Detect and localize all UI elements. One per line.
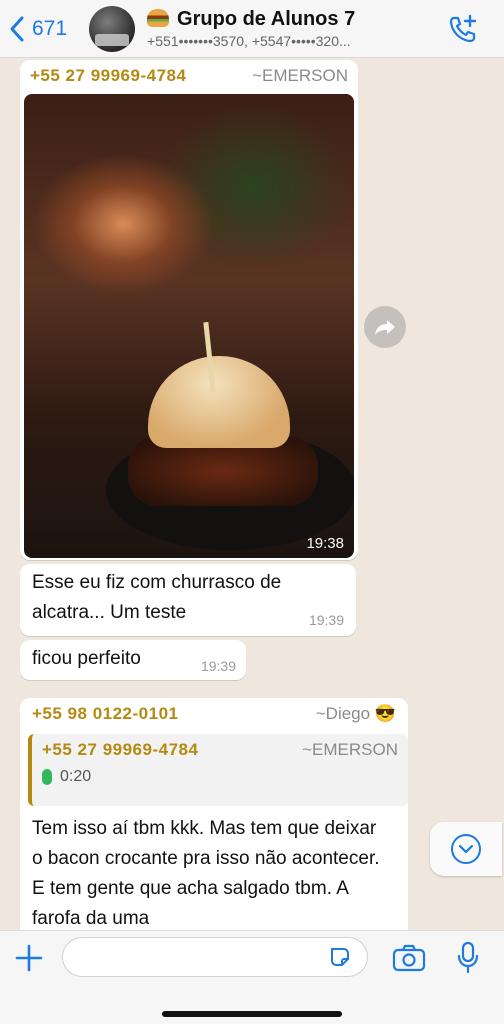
- message-time: 19:39: [200, 658, 236, 674]
- chat-area[interactable]: +55 27 99969-4784 ~EMERSON 19:38 Esse eu…: [0, 58, 504, 930]
- burger-icon: [147, 9, 170, 27]
- message-text: Tem isso aí tbm kkk. Mas tem que deixar …: [32, 818, 380, 929]
- audio-duration: 0:20: [60, 768, 92, 785]
- camera-icon[interactable]: [392, 943, 426, 973]
- group-info[interactable]: Grupo de Alunos 7 +551•••••••3570, +5547…: [147, 8, 447, 49]
- bun-shape: [148, 356, 290, 448]
- message-input[interactable]: [62, 937, 368, 977]
- sender-row: +55 27 99969-4784 ~EMERSON: [20, 60, 358, 86]
- plus-icon[interactable]: [14, 943, 44, 973]
- chevron-left-icon: [10, 16, 24, 41]
- add-call-icon[interactable]: [446, 12, 480, 46]
- message-text: Esse eu fiz com churrasco de alcatra... …: [32, 572, 282, 623]
- chat-header: 671 Grupo de Alunos 7 +551•••••••3570, +…: [0, 0, 504, 58]
- forward-button[interactable]: [364, 306, 406, 348]
- scroll-to-bottom-button[interactable]: [430, 822, 502, 876]
- quoted-sender-name: ~EMERSON: [302, 740, 398, 759]
- message-time: 19:39: [308, 612, 344, 628]
- text-message[interactable]: Esse eu fiz com churrasco de alcatra... …: [20, 564, 356, 636]
- quoted-message[interactable]: +55 27 99969-4784 ~EMERSON 0:20: [28, 734, 408, 806]
- photo-message[interactable]: +55 27 99969-4784 ~EMERSON 19:38: [20, 60, 358, 560]
- quoted-sender-phone: +55 27 99969-4784: [42, 740, 199, 759]
- chat-title-text: Grupo de Alunos 7: [177, 8, 356, 30]
- back-button[interactable]: 671: [8, 15, 67, 43]
- chat-title: Grupo de Alunos 7: [147, 8, 447, 31]
- microphone-icon[interactable]: [456, 941, 480, 975]
- sender-row: +55 98 0122-0101 ~Diego 😎: [20, 698, 408, 724]
- input-bar: [0, 930, 504, 1024]
- food-photo[interactable]: 19:38: [24, 94, 354, 558]
- photo-timestamp: 19:38: [306, 535, 344, 552]
- sender-name: ~Diego 😎: [315, 704, 396, 723]
- sender-phone[interactable]: +55 27 99969-4784: [30, 66, 186, 86]
- text-message[interactable]: ficou perfeito 19:39: [20, 640, 246, 680]
- sender-name: ~EMERSON: [252, 66, 348, 85]
- mic-icon: [42, 769, 52, 785]
- chat-subtitle: +551•••••••3570, +5547•••••320...: [147, 33, 351, 49]
- unread-count: 671: [32, 16, 68, 40]
- chevron-down-circle-icon: [451, 834, 481, 864]
- sender-phone[interactable]: +55 98 0122-0101: [32, 704, 179, 724]
- home-indicator: [162, 1011, 342, 1017]
- message-text: ficou perfeito: [32, 648, 141, 669]
- sticker-icon[interactable]: [328, 945, 352, 969]
- group-avatar[interactable]: [89, 5, 136, 52]
- forward-arrow-icon: [375, 320, 395, 335]
- reply-message[interactable]: +55 98 0122-0101 ~Diego 😎 +55 27 99969-4…: [20, 698, 408, 930]
